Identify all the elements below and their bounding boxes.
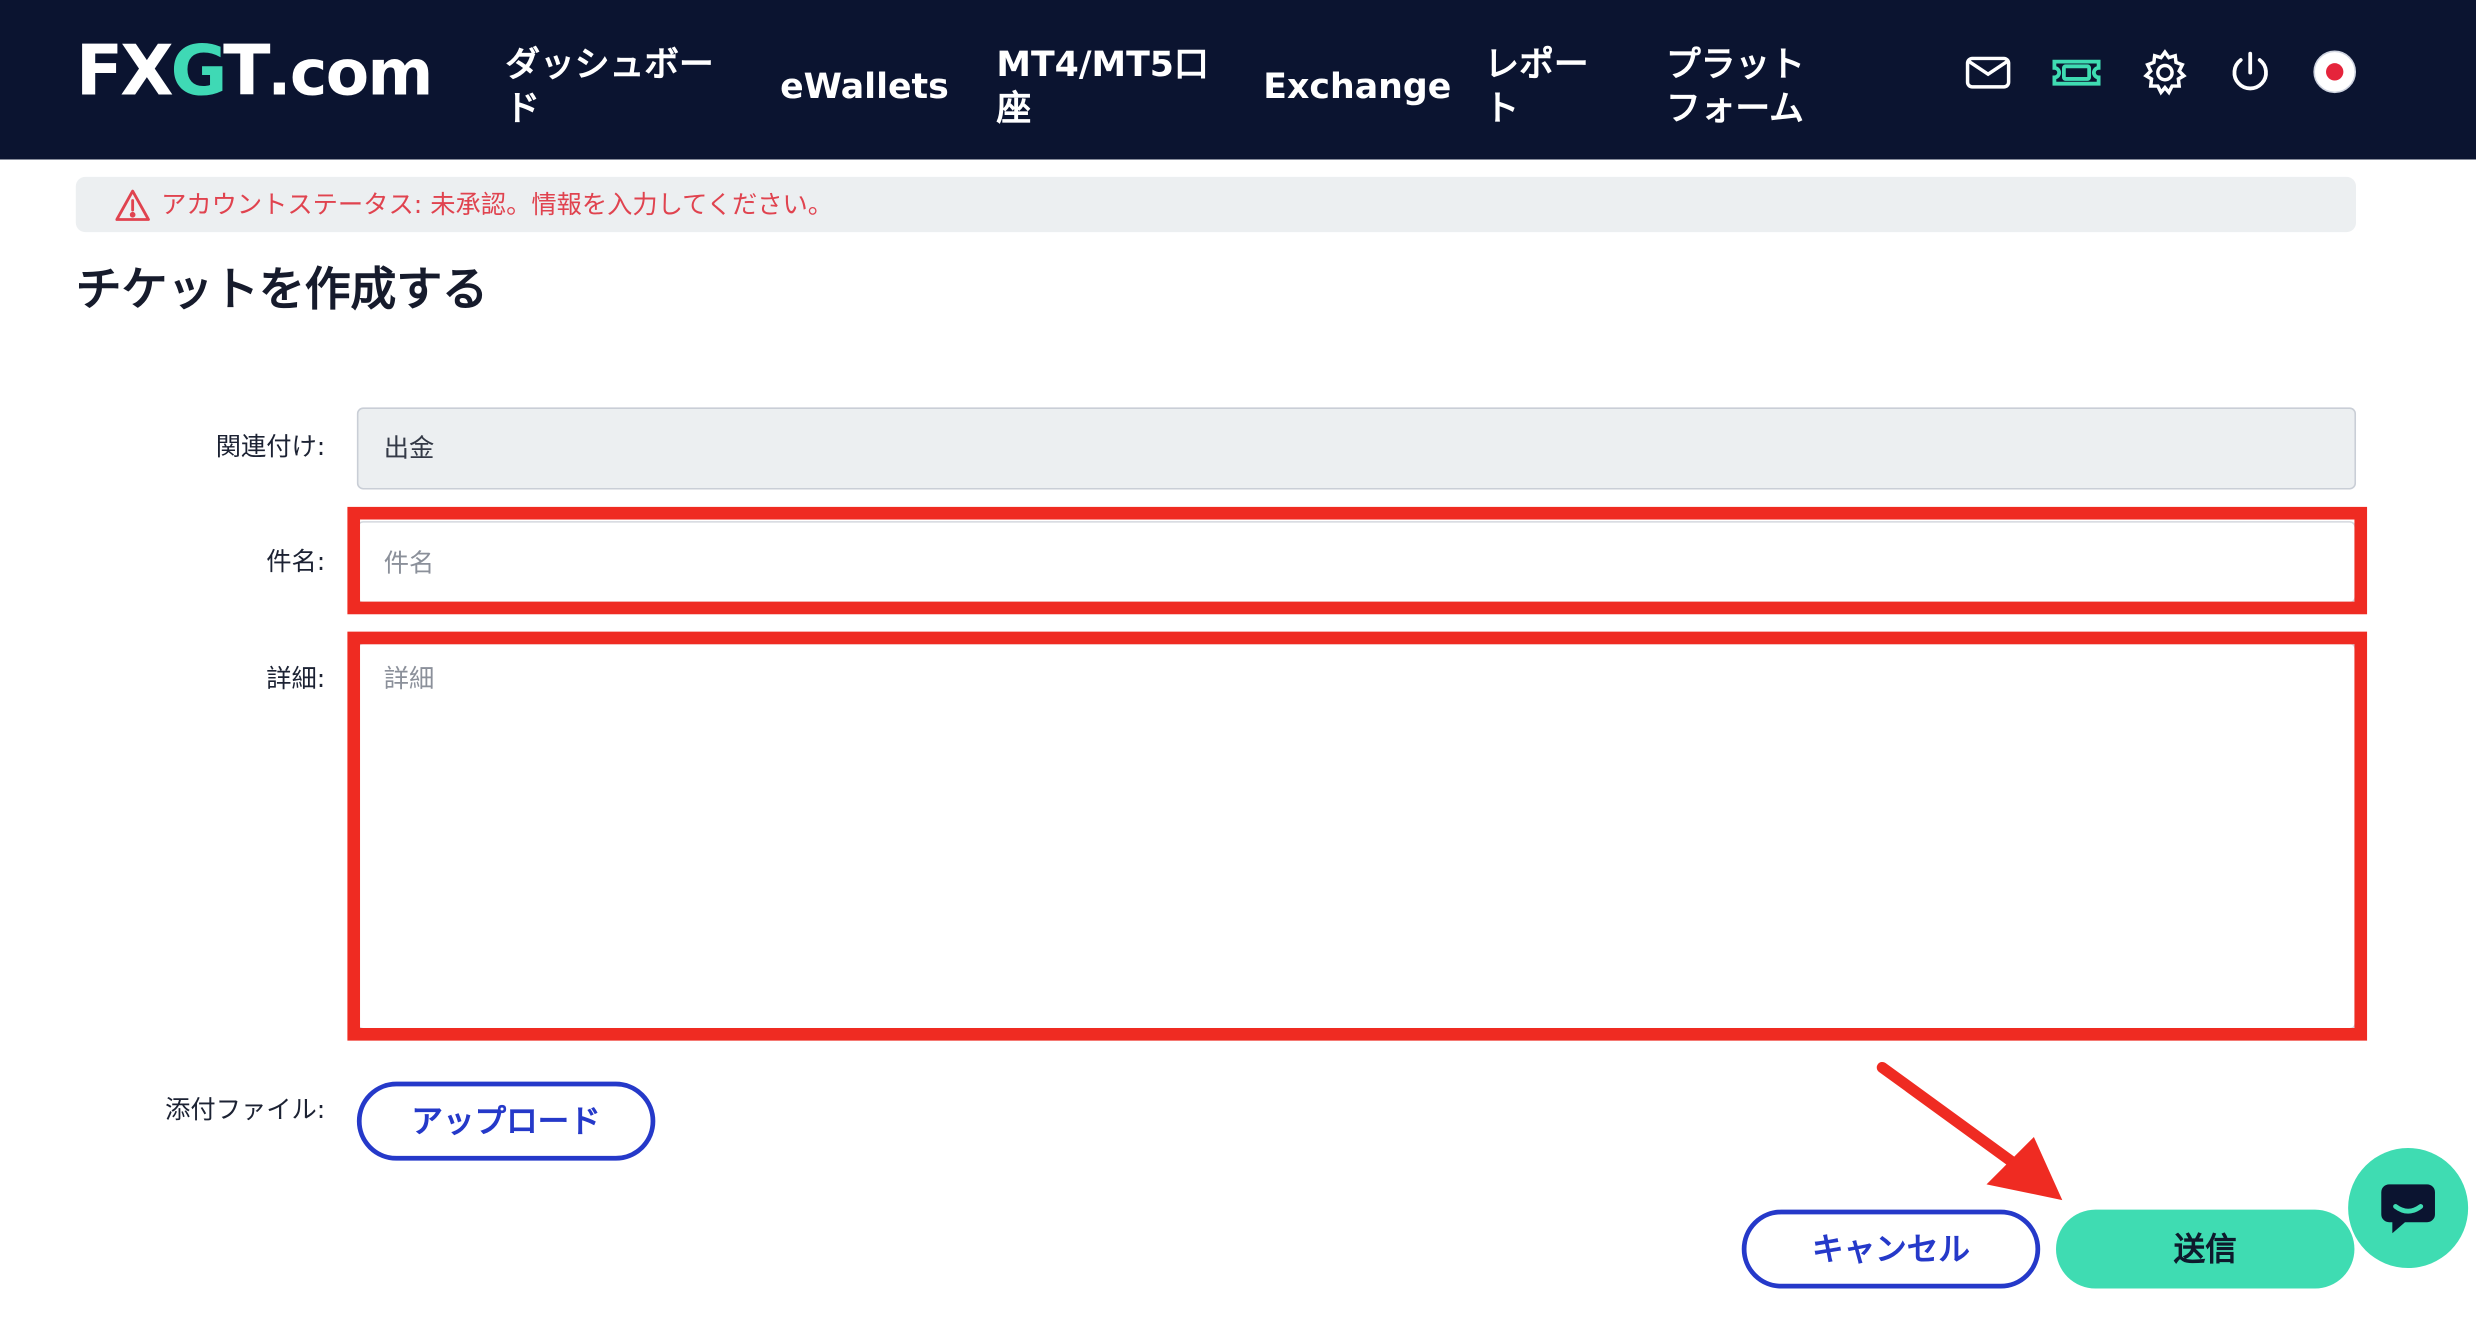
alert-text: アカウントステータス: 未承認。情報を入力してください。 [161, 189, 834, 220]
account-status-alert: アカウントステータス: 未承認。情報を入力してください。 [75, 176, 2357, 233]
mail-icon[interactable] [1963, 47, 2014, 98]
details-label: 詳細: [266, 663, 326, 694]
attachment-label: 添付ファイル: [165, 1094, 326, 1125]
gear-icon[interactable] [2140, 47, 2191, 98]
submit-button[interactable]: 送信 [2055, 1209, 2355, 1289]
ticket-icon[interactable] [2051, 47, 2102, 98]
details-textarea[interactable] [356, 642, 2357, 1030]
subject-input[interactable] [356, 521, 2357, 604]
power-icon[interactable] [2225, 47, 2276, 98]
japan-flag-icon[interactable] [2313, 50, 2357, 94]
cancel-button[interactable]: キャンセル [1741, 1209, 2041, 1289]
page: FXGT.com ダッシュボー ド eWallets MT4/MT5口 座 Ex… [0, 0, 2476, 1331]
nav-platforms[interactable]: プラット フォーム [1666, 44, 1805, 132]
chat-icon [2381, 1184, 2435, 1234]
annotation-arrow-icon [1876, 1061, 2063, 1201]
subject-label: 件名: [266, 546, 326, 577]
related-field: 出金 [356, 407, 2357, 490]
nav-dashboard[interactable]: ダッシュボー ド [505, 44, 713, 132]
chat-support-button[interactable] [2348, 1148, 2469, 1269]
nav-mt4-mt5-accounts[interactable]: MT4/MT5口 座 [996, 44, 1208, 132]
related-label: 関連付け: [215, 431, 326, 462]
warning-icon [114, 188, 152, 223]
nav-ewallets[interactable]: eWallets [780, 66, 949, 110]
top-nav-bar: FXGT.com ダッシュボー ド eWallets MT4/MT5口 座 Ex… [0, 0, 2476, 160]
fxgt-logo[interactable]: FXGT.com [76, 32, 434, 114]
page-title: チケットを作成する [75, 262, 488, 316]
upload-button[interactable]: アップロード [356, 1081, 656, 1161]
nav-exchange[interactable]: Exchange [1263, 66, 1451, 110]
nav-reports[interactable]: レポー ト [1484, 44, 1588, 132]
